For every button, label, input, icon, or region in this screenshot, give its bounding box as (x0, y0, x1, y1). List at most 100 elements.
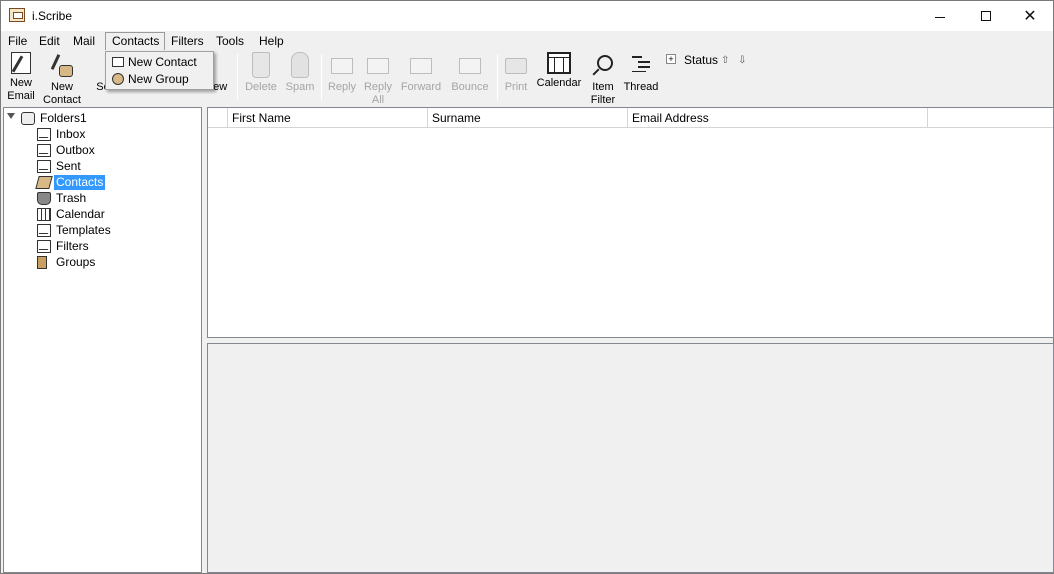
menu-contacts-label: Contacts (112, 34, 160, 48)
menu-edit[interactable]: Edit (37, 33, 62, 51)
title-bar: i.Scribe ✕ (1, 1, 1053, 31)
print-button[interactable]: Print (501, 52, 531, 106)
new-email-button[interactable]: New Email (5, 52, 37, 106)
item-filter-label-1: Item (592, 81, 614, 93)
menu-filters-label: Filters (171, 34, 204, 48)
column-surname-label: Surname (432, 111, 481, 125)
status-expand-icon[interactable]: + (666, 54, 676, 64)
list-header: First Name Surname Email Address (208, 108, 1053, 128)
contacts-icon (35, 176, 53, 189)
folder-contacts-label: Contacts (54, 175, 106, 190)
printer-icon (505, 58, 527, 74)
sent-icon (37, 160, 51, 173)
group-icon (112, 73, 124, 85)
folder-calendar-label: Calendar (56, 207, 105, 221)
print-label: Print (504, 81, 528, 93)
column-email-label: Email Address (632, 111, 709, 125)
delete-button[interactable]: Delete (243, 52, 279, 106)
contact-card-icon (112, 57, 124, 67)
menu-new-contact-label: New Contact (128, 55, 197, 69)
status-label: Status (684, 53, 719, 67)
trash-icon (37, 192, 51, 205)
spam-label: Spam (285, 81, 315, 93)
contact-list: First Name Surname Email Address (207, 107, 1054, 338)
reply-all-icon (367, 58, 389, 74)
item-filter-label-2: Filter (590, 94, 616, 106)
folder-inbox-label: Inbox (56, 127, 86, 141)
menu-contacts[interactable]: Contacts (105, 32, 165, 50)
delete-label: Delete (245, 81, 277, 93)
menu-filters[interactable]: Filters (169, 33, 206, 51)
view-icon (212, 52, 226, 78)
reply-all-label-1: Reply (363, 81, 393, 93)
spam-icon (291, 52, 309, 78)
minimize-button[interactable] (917, 1, 963, 31)
new-contact-label-2: Contact (43, 94, 81, 106)
close-button[interactable]: ✕ (1007, 1, 1053, 31)
new-contact-button[interactable]: New Contact (41, 52, 83, 106)
preview-pane (207, 343, 1054, 573)
thread-icon (629, 52, 653, 78)
filters-icon (37, 240, 51, 253)
menu-edit-label: Edit (39, 34, 60, 48)
arrow-up-icon[interactable]: ⇧ (721, 55, 729, 66)
bounce-icon (459, 58, 481, 74)
menu-new-contact[interactable]: New Contact (108, 54, 211, 71)
toolbar-separator (497, 54, 498, 100)
reply-button[interactable]: Reply (325, 52, 359, 106)
calendar-icon (547, 52, 571, 74)
folder-trash-label: Trash (56, 191, 87, 205)
new-contact-label-1: New (50, 81, 73, 93)
spam-button[interactable]: Spam (283, 52, 317, 106)
new-email-label-1: New (9, 77, 32, 89)
menu-mail[interactable]: Mail (71, 33, 97, 51)
menu-new-group[interactable]: New Group (108, 71, 211, 88)
app-window: i.Scribe ✕ File Edit Mail Contacts Filte… (0, 0, 1054, 574)
column-surname[interactable]: Surname (428, 108, 628, 128)
inbox-icon (37, 128, 51, 141)
calendar-button[interactable]: Calendar (535, 52, 583, 106)
groups-icon (37, 256, 47, 269)
magnifier-icon (591, 52, 615, 78)
thread-button[interactable]: Thread (621, 52, 661, 106)
menu-file[interactable]: File (6, 33, 29, 51)
templates-icon (37, 224, 51, 237)
folder-templates-label: Templates (56, 223, 111, 237)
bounce-button[interactable]: Bounce (449, 52, 491, 106)
tree-collapse-icon[interactable] (7, 113, 15, 119)
close-icon: ✕ (1023, 8, 1037, 25)
reply-icon (331, 58, 353, 74)
folders-root-icon (21, 112, 35, 125)
menu-tools[interactable]: Tools (214, 33, 246, 51)
new-email-label-2: Email (7, 90, 35, 102)
folder-groups-label: Groups (56, 255, 96, 269)
folder-outbox-label: Outbox (56, 143, 95, 157)
menu-mail-label: Mail (73, 34, 96, 48)
menu-new-group-label: New Group (128, 72, 189, 86)
folder-tree: Folders1 Inbox Outbox Sent Contacts Tras… (3, 107, 202, 573)
forward-button[interactable]: Forward (399, 52, 443, 106)
menu-help[interactable]: Help (257, 33, 286, 51)
forward-label: Forward (400, 81, 442, 93)
column-email[interactable]: Email Address (628, 108, 928, 128)
menu-help-label: Help (259, 34, 284, 48)
thread-label: Thread (623, 81, 659, 93)
item-filter-button[interactable]: Item Filter (587, 52, 619, 106)
calendar-icon (37, 208, 51, 221)
outbox-icon (37, 144, 51, 157)
reply-all-button[interactable]: Reply All (361, 52, 395, 106)
column-first-name-label: First Name (232, 111, 291, 125)
menu-file-label: File (8, 34, 28, 48)
reply-all-label-2: All (371, 94, 385, 106)
arrow-down-icon[interactable]: ⇩ (738, 55, 746, 66)
folder-filters-label: Filters (56, 239, 89, 253)
calendar-label: Calendar (536, 77, 582, 89)
new-email-icon (11, 52, 31, 74)
contacts-dropdown-menu: New Contact New Group (105, 51, 214, 90)
reply-label: Reply (327, 81, 357, 93)
maximize-button[interactable] (963, 1, 1009, 31)
column-first-name[interactable]: First Name (228, 108, 428, 128)
app-icon (9, 8, 25, 22)
column-icon-header[interactable] (208, 108, 228, 128)
menu-bar: File Edit Mail Contacts Filters Tools He… (1, 31, 1053, 50)
